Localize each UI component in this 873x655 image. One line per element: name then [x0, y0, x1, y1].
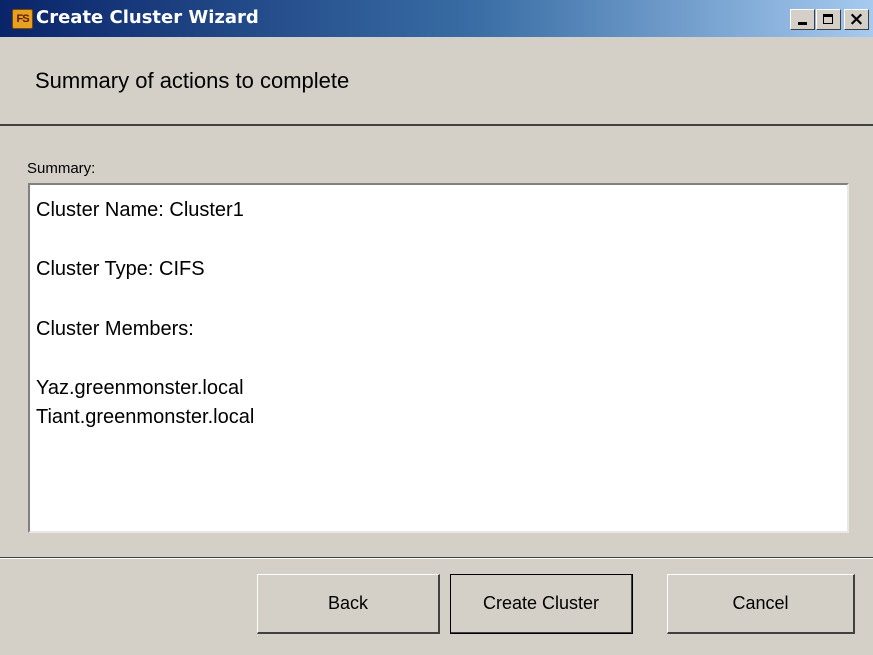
footer-divider-highlight [0, 558, 873, 559]
summary-line-cluster-name: Cluster Name: Cluster1 [36, 199, 244, 221]
window-title: Create Cluster Wizard [36, 7, 259, 28]
summary-line-member: Yaz.greenmonster.local [36, 377, 244, 399]
back-button[interactable]: Back [257, 574, 440, 634]
title-bar[interactable]: FS Create Cluster Wizard × [0, 0, 873, 37]
summary-label: Summary: [27, 160, 96, 177]
header-title: Summary of actions to complete [35, 68, 350, 93]
summary-line-member: Tiant.greenmonster.local [36, 406, 255, 428]
summary-line-cluster-type: Cluster Type: CIFS [36, 258, 205, 280]
summary-line-cluster-members: Cluster Members: [36, 318, 194, 340]
create-cluster-button[interactable]: Create Cluster [450, 574, 633, 634]
app-icon: FS [12, 9, 33, 29]
summary-textbox[interactable]: Cluster Name: Cluster1 Cluster Type: CIF… [28, 183, 849, 533]
wizard-header: Summary of actions to complete [0, 37, 873, 124]
close-button[interactable]: × [844, 8, 869, 30]
cancel-button[interactable]: Cancel [667, 574, 855, 634]
minimize-button[interactable] [790, 9, 815, 30]
header-divider [0, 124, 873, 126]
maximize-button[interactable] [816, 9, 841, 30]
close-icon: × [848, 8, 865, 30]
